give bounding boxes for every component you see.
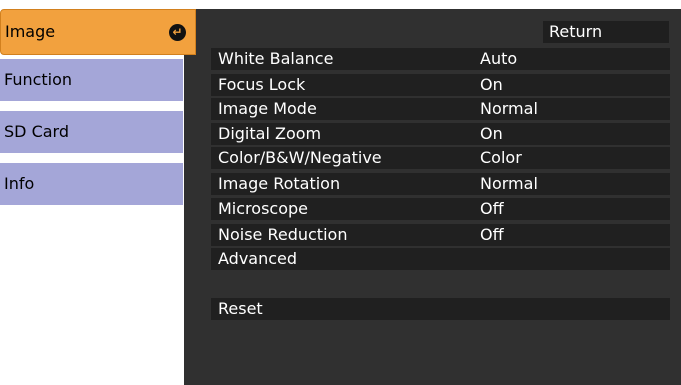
menu-item-value: Off: [480, 199, 504, 218]
menu-item-label: Color/B&W/Negative: [218, 148, 382, 167]
menu-item-label: White Balance: [218, 49, 334, 68]
menu-item-advanced[interactable]: Advanced: [211, 248, 670, 270]
return-button[interactable]: Return: [543, 21, 669, 43]
tab-info[interactable]: Info: [0, 161, 183, 205]
menu-item-focus-lock[interactable]: Focus Lock On: [211, 74, 670, 96]
menu-item-label: Digital Zoom: [218, 124, 322, 143]
menu-item-value: Normal: [480, 174, 538, 193]
menu-item-label: Focus Lock: [218, 75, 306, 94]
menu-item-value: On: [480, 75, 503, 94]
menu-screen: Image ↵ Function SD Card Info Return Whi…: [0, 0, 681, 385]
tab-info-label: Info: [4, 174, 35, 193]
menu-item-value: Off: [480, 225, 504, 244]
tab-sd-card[interactable]: SD Card: [0, 109, 183, 153]
menu-item-value: Color: [480, 148, 522, 167]
menu-item-image-mode[interactable]: Image Mode Normal: [211, 98, 670, 120]
menu-item-label: Image Mode: [218, 99, 317, 118]
menu-item-value: Auto: [480, 49, 518, 68]
menu-item-value: On: [480, 124, 503, 143]
tab-sd-card-label: SD Card: [4, 122, 69, 141]
tab-function-label: Function: [4, 70, 73, 89]
menu-item-label: Image Rotation: [218, 174, 341, 193]
menu-item-digital-zoom[interactable]: Digital Zoom On: [211, 123, 670, 145]
menu-item-label: Reset: [218, 299, 263, 318]
menu-item-image-rotation[interactable]: Image Rotation Normal: [211, 173, 670, 195]
menu-item-label: Noise Reduction: [218, 225, 348, 244]
menu-item-noise-reduction[interactable]: Noise Reduction Off: [211, 224, 670, 246]
menu-item-label: Microscope: [218, 199, 308, 218]
menu-item-microscope[interactable]: Microscope Off: [211, 198, 670, 220]
tab-image-label: Image: [5, 22, 56, 41]
tab-image[interactable]: Image ↵: [0, 9, 196, 55]
menu-item-label: Advanced: [218, 249, 298, 268]
menu-item-color-mode[interactable]: Color/B&W/Negative Color: [211, 147, 670, 169]
tab-function[interactable]: Function: [0, 57, 183, 101]
menu-item-value: Normal: [480, 99, 538, 118]
menu-item-white-balance[interactable]: White Balance Auto: [211, 48, 670, 70]
menu-item-reset[interactable]: Reset: [211, 298, 670, 320]
enter-arrow-icon: ↵: [169, 24, 186, 41]
